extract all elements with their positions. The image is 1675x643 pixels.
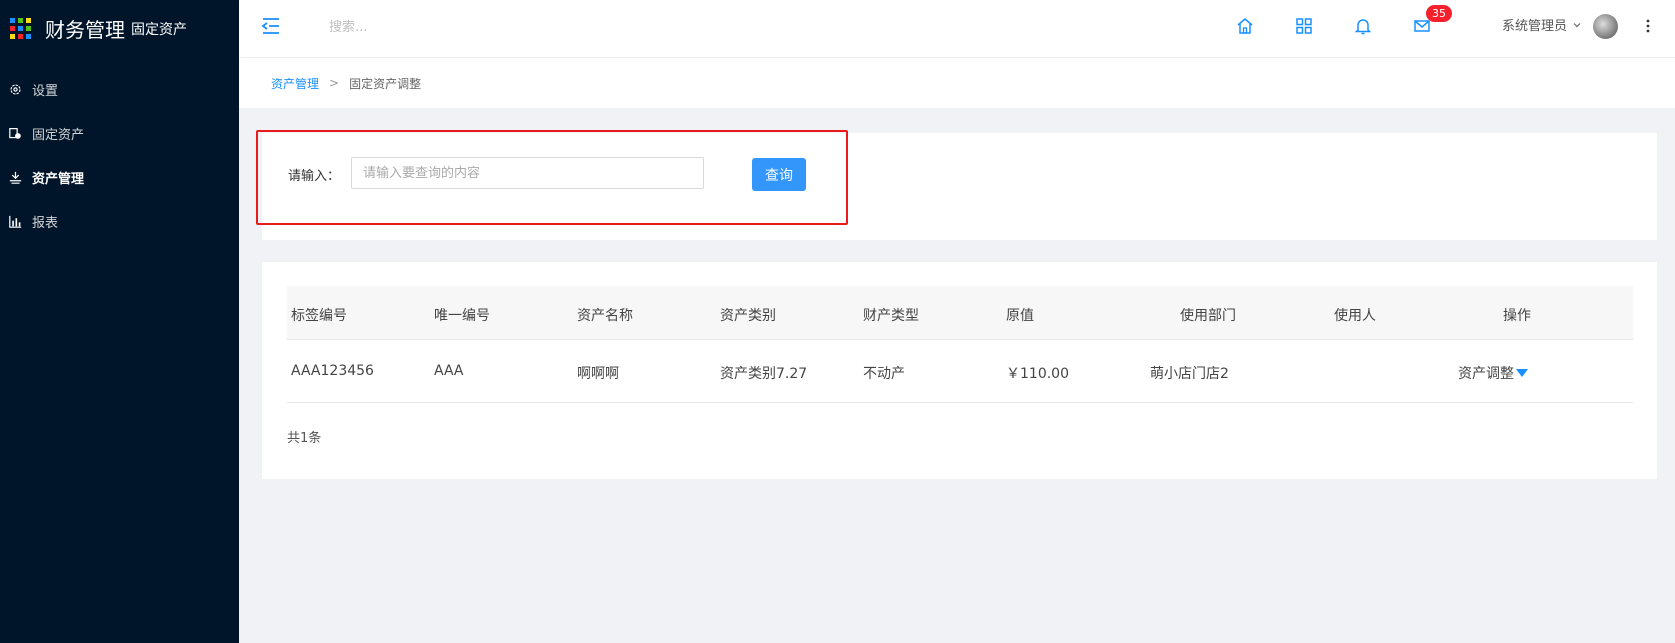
app-title: 财务管理 [45, 18, 125, 42]
sidebar-item-reports[interactable]: 报表 [0, 199, 239, 243]
table-header: 标签编号 唯一编号 资产名称 资产类别 财产类型 原值 使用部门 使用人 操作 [287, 286, 1633, 340]
bell-icon[interactable] [1353, 16, 1373, 36]
top-header: 35 系统管理员 [239, 0, 1675, 57]
column-header: 操作 [1503, 308, 1531, 324]
asset-adjust-label: 资产调整 [1458, 366, 1514, 382]
cell-department: 萌小店门店2 [1150, 366, 1229, 382]
cell-tag-no: AAA123456 [291, 363, 374, 379]
table-row: AAA123456 AAA 啊啊啊 资产类别7.27 不动产 ￥110.00 萌… [287, 340, 1633, 403]
column-header: 唯一编号 [434, 308, 490, 324]
home-icon[interactable] [1235, 16, 1255, 36]
cell-property-type: 不动产 [863, 366, 905, 382]
total-count: 共1条 [287, 431, 322, 446]
sidebar-item-label: 设置 [32, 83, 59, 99]
breadcrumb-separator: > [329, 76, 340, 90]
column-header: 财产类型 [863, 308, 919, 324]
sidebar-item-fixed-assets[interactable]: 固定资产 [0, 111, 239, 155]
cell-category: 资产类别7.27 [720, 366, 808, 382]
menu-collapse-icon[interactable] [260, 16, 282, 36]
app-subtitle: 固定资产 [131, 21, 187, 38]
user-name: 系统管理员 [1502, 19, 1568, 34]
query-button[interactable]: 查询 [752, 158, 806, 191]
global-search-input[interactable] [329, 17, 529, 37]
asset-adjust-link[interactable]: 资产调整 [1458, 363, 1528, 383]
chevron-down-icon [1572, 20, 1582, 30]
search-label: 请输入： [288, 169, 341, 184]
sidebar-menu: 设置 固定资产 资产管理 报表 [0, 67, 239, 243]
asset-icon [8, 126, 22, 140]
sidebar-item-label: 报表 [32, 215, 59, 231]
caret-down-icon [1516, 369, 1528, 377]
sidebar-item-asset-management[interactable]: 资产管理 [0, 155, 239, 199]
user-menu[interactable]: 系统管理员 [1502, 15, 1582, 34]
breadcrumb-parent-link[interactable]: 资产管理 [271, 75, 319, 92]
more-vertical-icon[interactable] [1643, 16, 1653, 36]
sidebar-item-label: 固定资产 [32, 127, 85, 143]
column-header: 资产名称 [577, 308, 633, 324]
manage-icon [8, 170, 22, 184]
chart-icon [8, 214, 22, 228]
cell-name: 啊啊啊 [577, 366, 619, 382]
gear-icon [8, 82, 22, 96]
query-input[interactable] [351, 157, 704, 189]
column-header: 原值 [1006, 308, 1034, 324]
column-header: 资产类别 [720, 308, 776, 324]
apps-grid-icon[interactable] [1294, 16, 1314, 36]
avatar[interactable] [1593, 14, 1618, 39]
mail-badge: 35 [1426, 5, 1452, 22]
sidebar: 财务管理 固定资产 设置 固定资产 资产管理 报表 [0, 0, 239, 643]
column-header: 标签编号 [291, 308, 347, 324]
column-header: 使用人 [1334, 308, 1376, 324]
column-header: 使用部门 [1180, 308, 1236, 324]
breadcrumb-current: 固定资产调整 [349, 76, 422, 91]
logo-grid-icon [10, 18, 31, 39]
cell-unique-no: AAA [434, 363, 464, 379]
logo: 财务管理 固定资产 [0, 0, 239, 57]
breadcrumb: 资产管理 > 固定资产调整 [239, 57, 1675, 108]
sidebar-item-label: 资产管理 [32, 171, 85, 187]
cell-original-value: ￥110.00 [1006, 366, 1069, 382]
sidebar-item-settings[interactable]: 设置 [0, 67, 239, 111]
